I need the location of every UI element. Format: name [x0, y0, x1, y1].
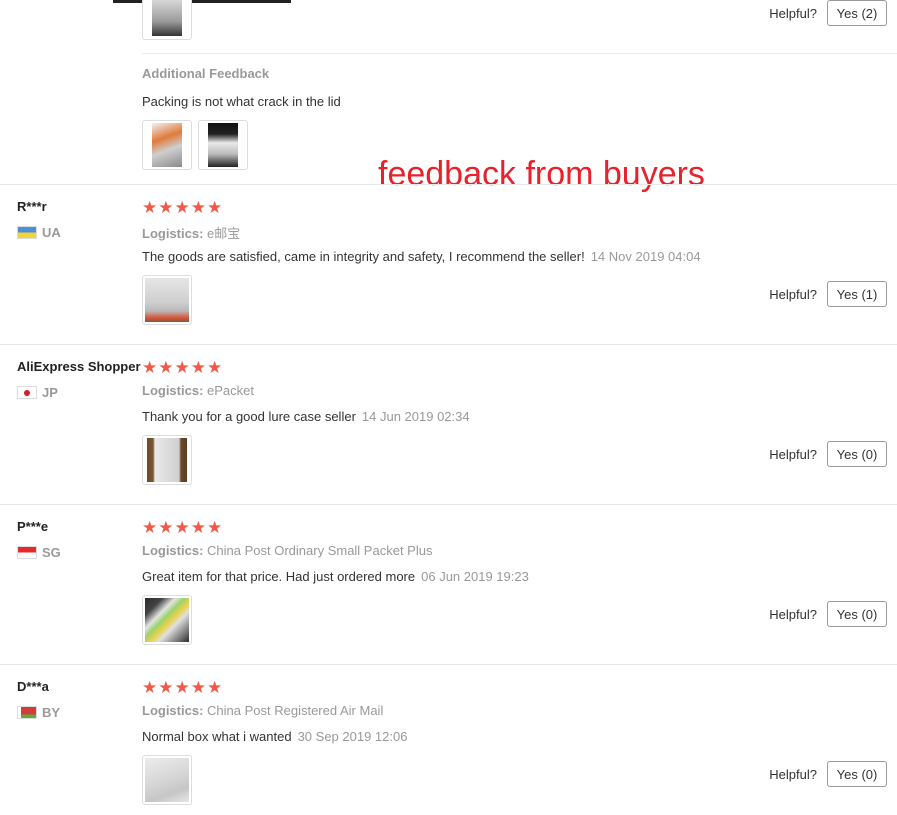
helpful-label: Helpful? [769, 286, 817, 302]
comment-text: Normal box what i wanted [142, 729, 292, 744]
reviewer-name: D***a [17, 679, 49, 694]
helpful-row: Helpful? Yes (0) [769, 761, 887, 787]
additional-feedback-title: Additional Feedback [142, 66, 270, 81]
helpful-row: Helpful? Yes (1) [769, 281, 887, 307]
reviewer-country: JP [17, 385, 58, 400]
review-photo-thumbnail[interactable] [142, 595, 192, 645]
helpful-yes-button[interactable]: Yes (2) [827, 0, 887, 26]
review-date: 14 Jun 2019 02:34 [361, 409, 470, 424]
review-date: 06 Jun 2019 19:23 [421, 569, 529, 584]
review-date: 14 Nov 2019 04:04 [590, 249, 701, 264]
review-photo-thumbnail[interactable] [142, 0, 192, 40]
reviewer-country: BY [17, 705, 60, 720]
review-photo-thumbnail[interactable] [142, 120, 192, 170]
logistics-value: ePacket [207, 383, 255, 398]
logistics-info: Logistics: China Post Registered Air Mai… [142, 703, 383, 718]
comment-text: Thank you for a good lure case seller [142, 409, 356, 424]
reviewer-name: P***e [17, 519, 49, 534]
ukraine-flag-icon [17, 226, 37, 239]
helpful-yes-button[interactable]: Yes (0) [827, 761, 887, 787]
reviewer-country: SG [17, 545, 61, 560]
japan-flag-icon [17, 386, 37, 399]
helpful-label: Helpful? [769, 446, 817, 462]
reviewer-country: UA [17, 225, 61, 240]
star-rating: ★★★★★ [142, 198, 224, 217]
country-code: UA [42, 225, 61, 240]
divider [142, 53, 897, 54]
logistics-label: Logistics: [142, 543, 204, 558]
logistics-value: e邮宝 [207, 226, 241, 241]
country-code: BY [42, 705, 61, 720]
star-rating: ★★★★★ [142, 358, 224, 377]
country-code: JP [42, 385, 58, 400]
review-photo-thumbnail[interactable] [142, 275, 192, 325]
helpful-row: Helpful? Yes (2) [769, 0, 887, 26]
review-item: R***r UA ★★★★★ Logistics: e邮宝 The goods … [0, 184, 897, 344]
additional-feedback-photos [142, 120, 248, 170]
helpful-yes-button[interactable]: Yes (0) [827, 441, 887, 467]
belarus-flag-icon [17, 706, 37, 719]
additional-feedback-text: Packing is not what crack in the lid [142, 94, 341, 109]
helpful-yes-button[interactable]: Yes (0) [827, 601, 887, 627]
review-item: D***a BY ★★★★★ Logistics: China Post Reg… [0, 664, 897, 815]
review-photo-thumbnail[interactable] [198, 120, 248, 170]
reviewer-name: AliExpress Shopper [17, 359, 141, 374]
review-comment: Great item for that price. Had just orde… [142, 569, 529, 584]
logistics-label: Logistics: [142, 703, 204, 718]
logistics-label: Logistics: [142, 383, 204, 398]
review-comment: Thank you for a good lure case seller 14 … [142, 409, 470, 424]
logistics-info: Logistics: ePacket [142, 383, 254, 398]
singapore-flag-icon [17, 546, 37, 559]
helpful-label: Helpful? [769, 766, 817, 782]
logistics-info: Logistics: e邮宝 [142, 223, 240, 242]
comment-text: The goods are satisfied, came in integri… [142, 249, 585, 264]
review-comment: Normal box what i wanted 30 Sep 2019 12:0… [142, 729, 407, 744]
review-photo-thumbnail[interactable] [142, 755, 192, 805]
logistics-value: China Post Registered Air Mail [207, 703, 384, 718]
review-item: P***e SG ★★★★★ Logistics: China Post Ord… [0, 504, 897, 664]
review-item: AliExpress Shopper JP ★★★★★ Logistics: e… [0, 344, 897, 504]
comment-text: Great item for that price. Had just orde… [142, 569, 416, 584]
review-photo-thumbnail[interactable] [142, 435, 192, 485]
helpful-label: Helpful? [769, 5, 817, 21]
logistics-info: Logistics: China Post Ordinary Small Pac… [142, 543, 432, 558]
helpful-row: Helpful? Yes (0) [769, 601, 887, 627]
star-rating: ★★★★★ [142, 518, 224, 537]
top-edge-bar [113, 0, 291, 3]
helpful-label: Helpful? [769, 606, 817, 622]
star-rating: ★★★★★ [142, 678, 224, 697]
review-date: 30 Sep 2019 12:06 [297, 729, 408, 744]
reviewer-name: R***r [17, 199, 47, 214]
review-comment: The goods are satisfied, came in integri… [142, 249, 701, 264]
logistics-label: Logistics: [142, 226, 204, 241]
helpful-yes-button[interactable]: Yes (1) [827, 281, 887, 307]
logistics-value: China Post Ordinary Small Packet Plus [207, 543, 433, 558]
helpful-row: Helpful? Yes (0) [769, 441, 887, 467]
country-code: SG [42, 545, 61, 560]
